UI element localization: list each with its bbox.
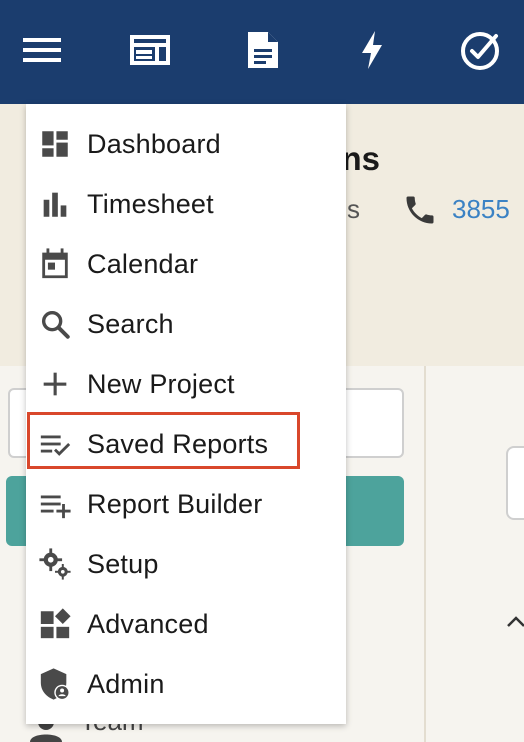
list-add-icon [38, 487, 72, 521]
menu-item-setup[interactable]: Setup [26, 534, 346, 594]
menu-item-label: New Project [87, 368, 235, 399]
menu-item-label: Timesheet [87, 188, 214, 219]
menu-item-label: Search [87, 308, 174, 339]
menu-item-label: Setup [87, 548, 159, 579]
column-divider [424, 366, 426, 742]
menu-item-label: Report Builder [87, 488, 263, 519]
background-right-field[interactable] [506, 446, 524, 520]
menu-icon[interactable] [20, 28, 64, 72]
menu-item-timesheet[interactable]: Timesheet [26, 174, 346, 234]
menu-item-label: Dashboard [87, 128, 221, 159]
menu-item-search[interactable]: Search [26, 294, 346, 354]
document-icon[interactable] [240, 28, 284, 72]
dashboard-icon [38, 127, 72, 161]
calendar-icon [38, 247, 72, 281]
menu-item-label: Admin [87, 668, 165, 699]
menu-item-label: Calendar [87, 248, 199, 279]
phone-icon [406, 196, 434, 224]
widgets-icon [38, 607, 72, 641]
top-navigation-bar [0, 0, 524, 104]
menu-item-calendar[interactable]: Calendar [26, 234, 346, 294]
dashboard-layout-icon[interactable] [128, 28, 172, 72]
check-circle-icon[interactable] [458, 28, 502, 72]
chevron-up-icon[interactable] [504, 610, 524, 634]
menu-item-report-builder[interactable]: Report Builder [26, 474, 346, 534]
menu-item-new-project[interactable]: New Project [26, 354, 346, 414]
menu-item-saved-reports[interactable]: Saved Reports [26, 414, 346, 474]
gears-icon [38, 547, 72, 581]
admin-shield-icon [38, 667, 72, 701]
menu-item-dashboard[interactable]: Dashboard [26, 114, 346, 174]
menu-item-advanced[interactable]: Advanced [26, 594, 346, 654]
search-icon [38, 307, 72, 341]
bar-chart-icon [38, 187, 72, 221]
menu-item-label: Saved Reports [87, 428, 269, 459]
list-check-icon [38, 427, 72, 461]
phone-number-link[interactable]: 3855 [452, 194, 510, 225]
menu-item-admin[interactable]: Admin [26, 654, 346, 714]
navigation-dropdown-menu: Dashboard Timesheet Calendar Search New … [26, 104, 346, 724]
lightning-icon[interactable] [350, 28, 394, 72]
plus-icon [38, 367, 72, 401]
menu-item-label: Advanced [87, 608, 209, 639]
